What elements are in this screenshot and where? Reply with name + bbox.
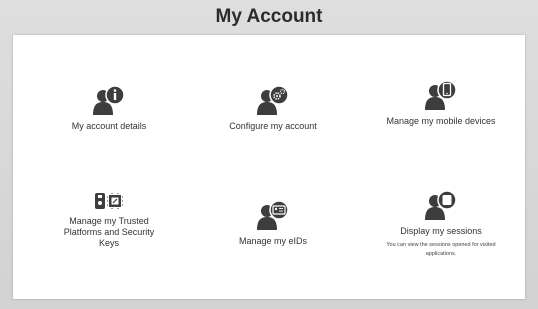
tile-manage-trusted-platforms[interactable]: Manage my Trusted Platforms and Security… [29, 192, 189, 249]
tile-display-my-sessions[interactable]: Display my sessions You can view the ses… [361, 190, 521, 259]
tile-configure-my-account[interactable]: Configure my account [193, 85, 353, 132]
user-info-icon [93, 85, 125, 115]
tile-label: Manage my mobile devices [386, 116, 496, 126]
user-gear-icon [257, 85, 289, 115]
tile-label: My account details [71, 121, 147, 131]
security-keys-icon [95, 193, 123, 209]
page-title: My Account [215, 6, 323, 27]
account-menu-panel: My account details Configure my account … [13, 35, 525, 299]
tile-label: Manage my Trusted Platforms and Security… [63, 216, 155, 248]
tile-label: Manage my eIDs [238, 236, 308, 246]
tile-label: Configure my account [229, 121, 317, 131]
tile-description: You can view the sessions opened for vis… [386, 242, 496, 257]
user-sessions-icon [425, 190, 457, 220]
user-eid-card-icon [257, 200, 289, 230]
tile-manage-mobile-devices[interactable]: Manage my mobile devices [361, 80, 521, 127]
tile-label: Display my sessions [400, 226, 482, 236]
tile-my-account-details[interactable]: My account details [29, 85, 189, 132]
user-mobile-icon [425, 80, 457, 110]
tile-manage-eids[interactable]: Manage my eIDs [193, 200, 353, 247]
